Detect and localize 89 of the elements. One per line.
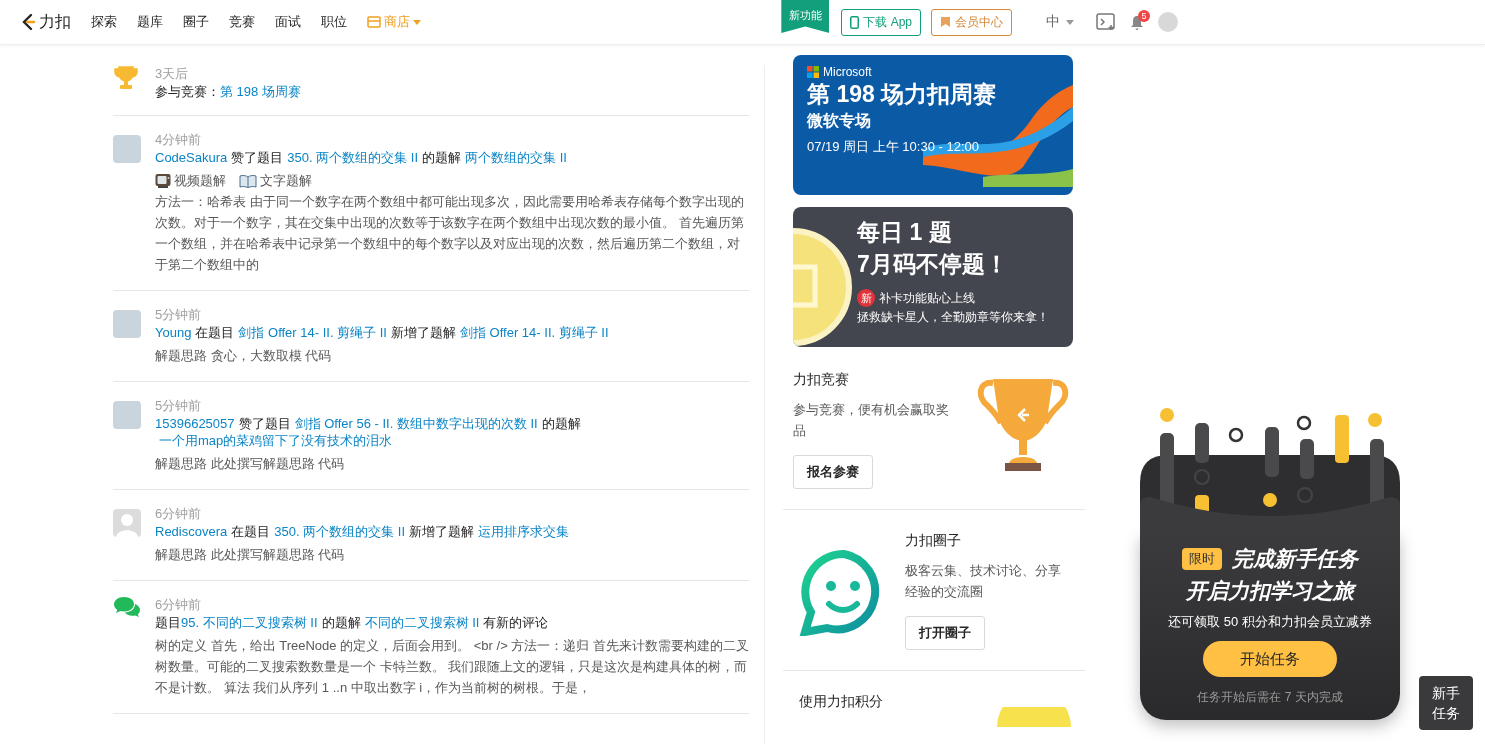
beginner-tasks-button[interactable]: 新手任务 xyxy=(1419,676,1473,730)
card-action-button[interactable]: 报名参赛 xyxy=(793,455,873,489)
activity-time: 5分钟前 xyxy=(155,306,203,324)
activity-line: 题目95. 不同的二叉搜索树 II 的题解 不同的二叉搜索树 II 有新的评论 xyxy=(155,614,550,631)
trophy-icon xyxy=(113,65,139,91)
card-title: 使用力扣积分 xyxy=(799,693,884,711)
language-selector[interactable]: 中 xyxy=(1040,12,1080,32)
card-description: 极客云集、技术讨论、分享经验的交流圈 xyxy=(905,562,1062,601)
avatar-image xyxy=(113,401,141,429)
start-task-button[interactable]: 开始任务 xyxy=(1203,641,1337,677)
avatar-image xyxy=(113,135,141,163)
activity-excerpt: 解题思路 此处撰写解题思路 代码 xyxy=(155,546,346,564)
solution-type-label: 文字题解 xyxy=(260,172,312,190)
activity-excerpt: 树的定义 首先，给出 TreeNode 的定义，后面会用到。 <br /> 方法一：递归 首先来计数需要构建的二叉树数量。可能的二叉搜索数数量是一个 卡特兰数。 我们跟随上文的逻辑，只是这次是构建具体的树，而不是计数。 算法 我们从序列 1 ..n 中取出数字 i，作为当前树的树根。于是， xyxy=(155,637,749,697)
solution-type-label: 视频题解 xyxy=(174,172,226,190)
open-book-icon xyxy=(239,173,257,188)
card-title: 力扣竞赛 xyxy=(793,371,850,389)
four-squares-logo-icon xyxy=(807,66,819,78)
card-title: 力扣圈子 xyxy=(905,532,962,550)
task-subtitle: 开启力扣学习之旅 xyxy=(1158,575,1382,607)
new-tag: 新 xyxy=(857,289,875,307)
activity-line: Rediscovera 在题目 350. 两个数组的交集 II 新增了题解 运用排序求交集 xyxy=(155,523,570,540)
activity-time: 6分钟前 xyxy=(155,505,203,523)
download-app-button[interactable]: 下载 App xyxy=(841,8,921,36)
activity-link[interactable]: 剑指 Offer 56 - II. 数组中数字出现的次数 II xyxy=(294,416,538,431)
nav-link[interactable]: 竞赛 xyxy=(229,13,255,31)
activity-excerpt: 解题思路 此处撰写解题思路 代码 xyxy=(155,455,346,473)
vip-center-button[interactable]: 会员中心 xyxy=(931,8,1012,36)
new-feature-ribbon[interactable]: 新功能 xyxy=(781,0,830,33)
store-menu[interactable]: 商店 xyxy=(367,13,421,31)
caret-icon xyxy=(1066,19,1074,25)
activity-line: 15396625057 赞了题目 剑指 Offer 56 - II. 数组中数字出现的次数 II 的题解 一个用map的菜鸡留下了没有技术的泪水 xyxy=(155,415,582,449)
card-action-button[interactable]: 打开圈子 xyxy=(905,616,985,650)
activity-time: 5分钟前 xyxy=(155,397,203,415)
activity-link[interactable]: CodeSakura xyxy=(155,150,228,165)
banner-title: 第 198 场力扣周赛 xyxy=(807,80,998,109)
promo-banner[interactable]: 每日 1 题 7月码不停题！ 新 补卡功能贴心上线 拯救缺卡星人，全勤勋章等你来拿！ xyxy=(793,207,1073,347)
notification-count: 5 xyxy=(1138,9,1150,22)
banner-note: 补卡功能贴心上线 xyxy=(879,289,975,307)
limited-time-tag: 限时 xyxy=(1182,548,1222,570)
activity-link[interactable]: 350. 两个数组的交集 II xyxy=(287,150,419,165)
activity-excerpt: 解题思路 贪心，大数取模 代码 xyxy=(155,347,333,365)
chat-bubbles-icon xyxy=(113,596,141,618)
logo-icon xyxy=(20,13,36,31)
brand-logo[interactable]: 力扣 xyxy=(20,11,71,33)
tv-icon xyxy=(155,173,171,188)
activity-link[interactable]: 剑指 Offer 14- II. 剪绳子 II xyxy=(460,325,609,340)
banner-brand: Microsoft xyxy=(823,65,872,79)
activity-link[interactable]: 15396625057 xyxy=(155,416,235,431)
banner-subtitle: 微软专场 xyxy=(807,111,872,131)
banner-subtitle: 7月码不停题！ xyxy=(857,250,1009,279)
activity-line: Young 在题目 剑指 Offer 14- II. 剪绳子 II 新增了题解 剑指 Offer 14- II. 剪绳子 II xyxy=(155,324,610,341)
bookmark-icon xyxy=(940,16,951,28)
banner-title: 每日 1 题 xyxy=(857,218,953,247)
nav-link[interactable]: 题库 xyxy=(137,13,163,31)
nav-link[interactable]: 探索 xyxy=(91,13,117,31)
activity-link[interactable]: 350. 两个数组的交集 II xyxy=(274,524,405,539)
activity-link[interactable]: 剑指 Offer 14- II. 剪绳子 II xyxy=(238,325,387,340)
promo-banner[interactable]: Microsoft 第 198 场力扣周赛 微软专场 07/19 周日 上午 10:30 - 12:00 xyxy=(793,55,1073,195)
banner-caption: 拯救缺卡星人，全勤勋章等你来拿！ xyxy=(857,309,1050,326)
activity-link[interactable]: 运用排序求交集 xyxy=(478,524,569,539)
activity-link[interactable]: 不同的二叉搜索树 II xyxy=(364,615,480,630)
activity-time: 3天后 xyxy=(155,65,190,83)
nav-link[interactable]: 面试 xyxy=(275,13,301,31)
code-terminal-icon xyxy=(1096,13,1116,31)
nav-link[interactable]: 圈子 xyxy=(183,13,209,31)
activity-link[interactable]: 两个数组的交集 II xyxy=(465,150,567,165)
activity-line: 参与竞赛：第 198 场周赛 xyxy=(155,83,302,100)
nav-link[interactable]: 职位 xyxy=(321,13,347,31)
activity-link[interactable]: 95. 不同的二叉搜索树 II xyxy=(181,615,318,630)
card-description: 参与竞赛，便有机会赢取奖品 xyxy=(793,401,950,440)
activity-excerpt: 方法一：哈希表 由于同一个数字在两个数组中都可能出现多次，因此需要用哈希表存储每个数字出现的次数。对于一个数字，其在交集中出现的次数等于该数字在两个数组中出现次数的最小值。 首先遍历第一个数组，并在哈希表中记录第一个数组中的每个数字以及对应出现的次数，然后遍历第二个数组，对于第二个数组中的 xyxy=(155,193,745,274)
default-avatar-icon xyxy=(113,509,141,537)
phone-icon xyxy=(850,15,860,29)
activity-link[interactable]: 一个用map的菜鸡留下了没有技术的泪水 xyxy=(159,433,393,448)
activity-link[interactable]: Rediscovera xyxy=(155,524,228,539)
avatar-image xyxy=(113,310,141,338)
store-icon xyxy=(367,16,381,28)
task-note: 任务开始后需在 7 天内完成 xyxy=(1196,689,1344,706)
playground-button[interactable] xyxy=(1096,13,1116,31)
activity-time: 6分钟前 xyxy=(155,596,203,614)
task-title: 完成新手任务 xyxy=(1232,546,1358,572)
banner-caption: 07/19 周日 上午 10:30 - 12:00 xyxy=(807,138,980,156)
activity-time: 4分钟前 xyxy=(155,131,203,149)
caret-icon xyxy=(413,19,421,25)
activity-link[interactable]: 第 198 场周赛 xyxy=(220,84,301,99)
activity-line: CodeSakura 赞了题目 350. 两个数组的交集 II 的题解 两个数组的交集 II xyxy=(155,149,568,166)
activity-link[interactable]: Young xyxy=(155,325,192,340)
task-reward: 还可领取 50 积分和力扣会员立减券 xyxy=(1167,613,1373,631)
